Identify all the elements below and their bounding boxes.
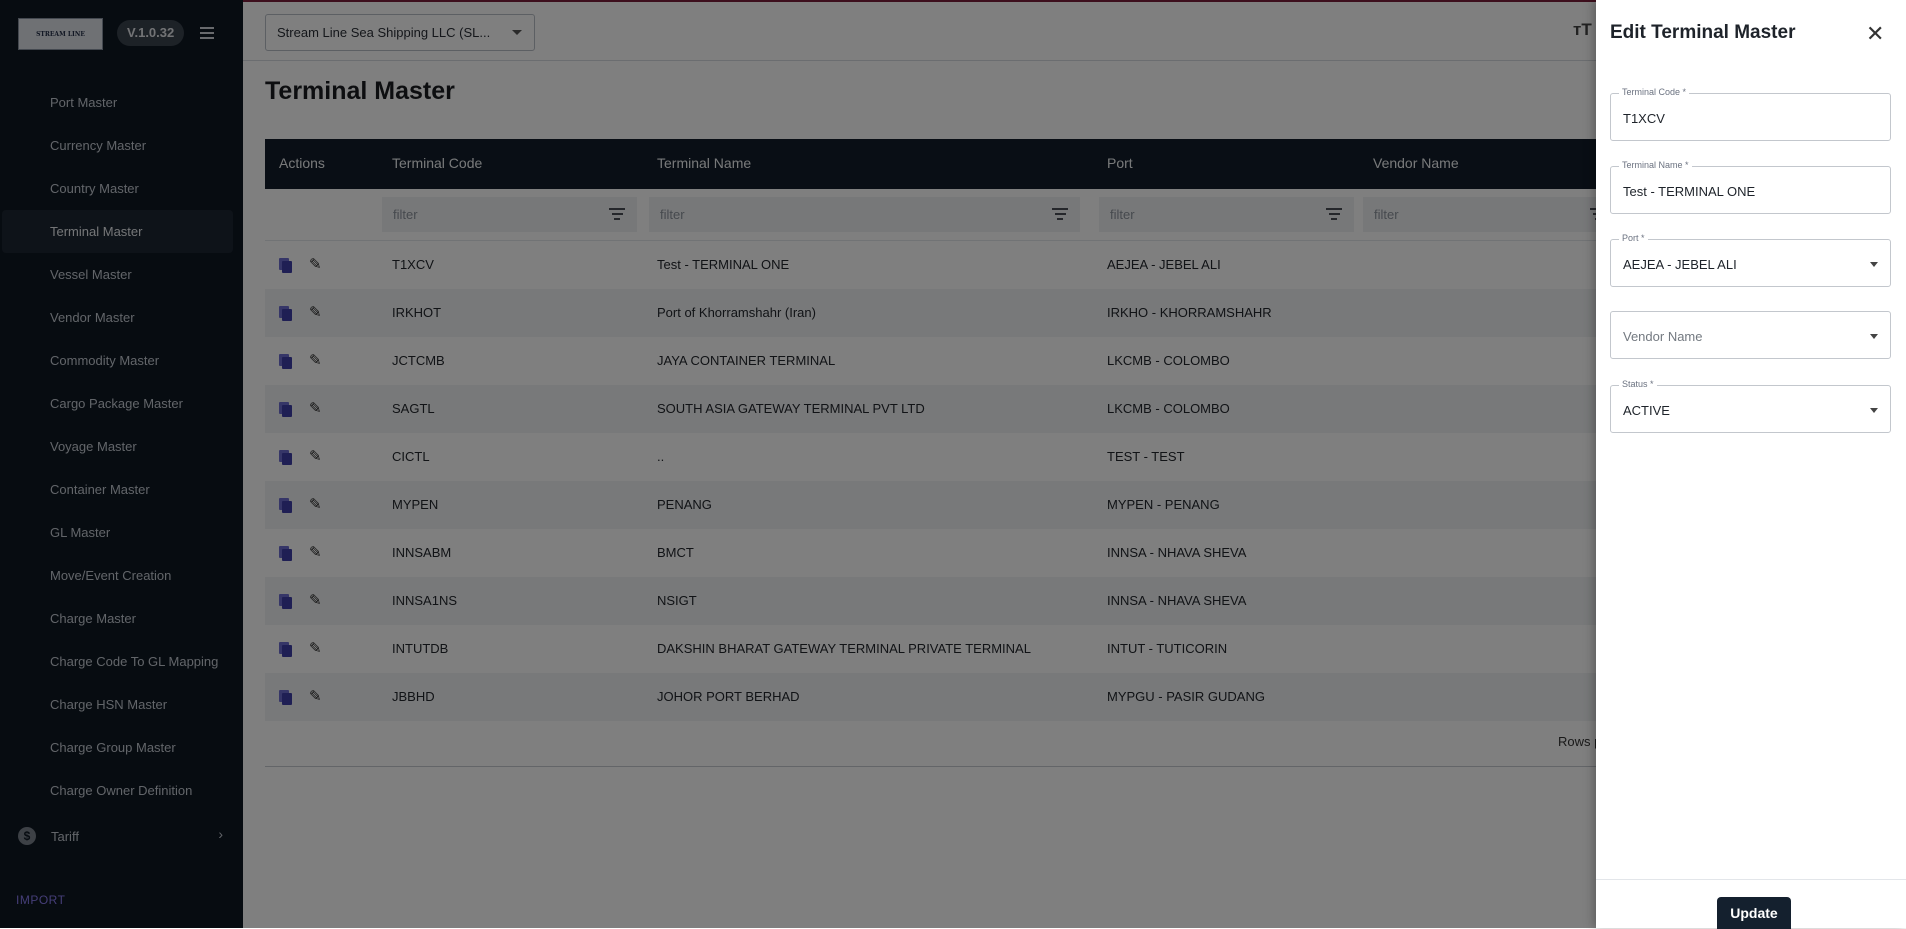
port-select[interactable]: Port * AEJEA - JEBEL ALI (1610, 233, 1891, 287)
field-label: Terminal Name * (1619, 160, 1692, 170)
field-label: Terminal Code * (1619, 87, 1690, 97)
field-value: T1XCV (1623, 111, 1665, 126)
vendor-name-select[interactable]: Vendor Name (1610, 311, 1891, 359)
close-icon[interactable]: ✕ (1866, 22, 1884, 46)
field-label: Port * (1619, 233, 1648, 243)
chevron-down-icon (1870, 334, 1878, 339)
field-value: Test - TERMINAL ONE (1623, 184, 1756, 199)
edit-terminal-drawer: Edit Terminal Master ✕ Terminal Code * T… (1596, 0, 1906, 929)
drawer-title: Edit Terminal Master (1610, 22, 1796, 43)
field-label: Status * (1619, 379, 1657, 389)
update-button[interactable]: Update (1717, 897, 1791, 929)
status-select[interactable]: Status * ACTIVE (1610, 379, 1891, 433)
field-placeholder: Vendor Name (1623, 329, 1703, 344)
terminal-code-field[interactable]: Terminal Code * T1XCV (1610, 87, 1891, 141)
terminal-name-field[interactable]: Terminal Name * Test - TERMINAL ONE (1610, 160, 1891, 214)
field-value: ACTIVE (1623, 403, 1670, 418)
drawer-footer: Update (1596, 879, 1906, 929)
field-value: AEJEA - JEBEL ALI (1623, 257, 1737, 272)
chevron-down-icon (1870, 408, 1878, 413)
chevron-down-icon (1870, 262, 1878, 267)
